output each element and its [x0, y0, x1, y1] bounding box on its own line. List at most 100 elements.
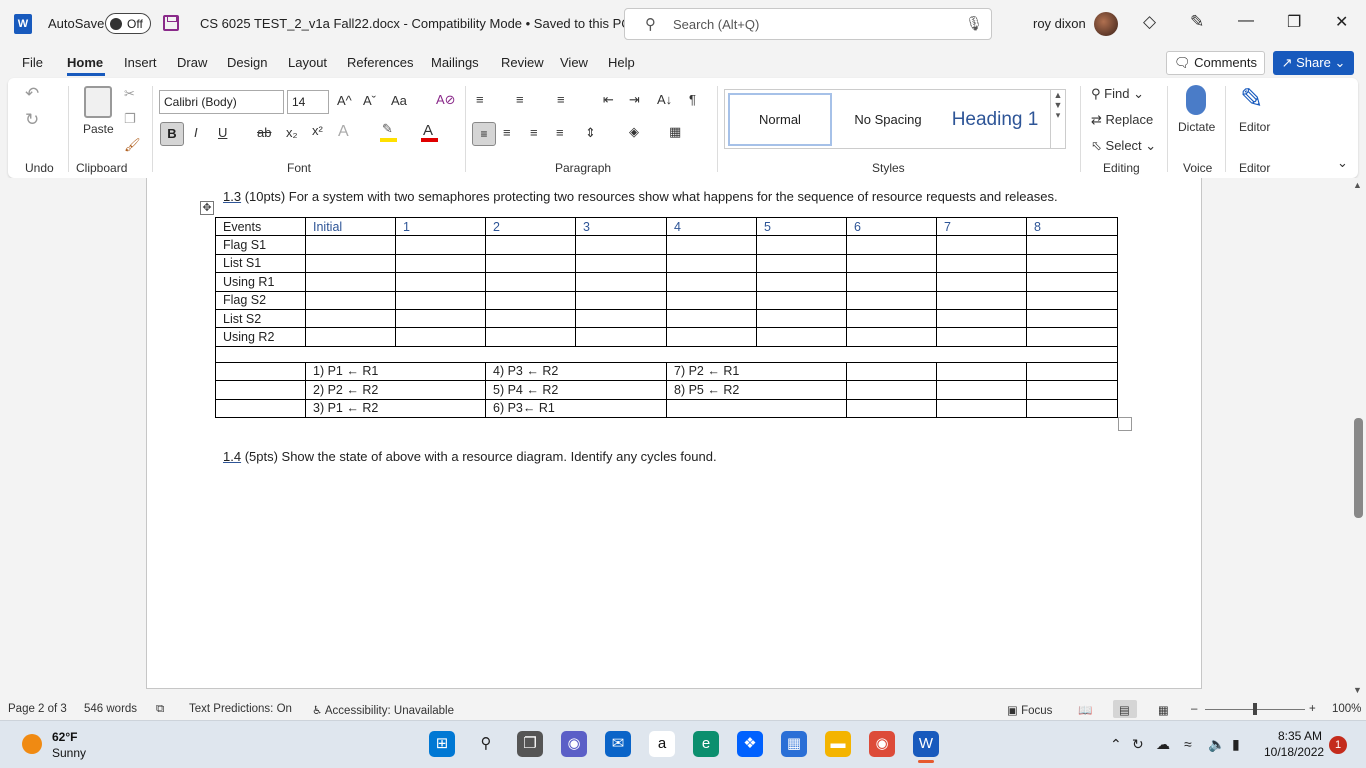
bold-button[interactable]: B: [160, 122, 184, 146]
decrease-indent-icon[interactable]: ⇤: [603, 92, 614, 108]
table-cell[interactable]: [395, 235, 486, 255]
table-cell[interactable]: [215, 398, 306, 418]
battery-icon[interactable]: ▮: [1232, 736, 1240, 753]
header-cell-8[interactable]: 8: [1026, 216, 1118, 237]
question-1-4[interactable]: 1.4 (5pts) Show the state of above with …: [223, 449, 717, 464]
clock-date[interactable]: 10/18/2022: [1264, 745, 1324, 759]
table-cell[interactable]: [1026, 235, 1118, 255]
table-cell[interactable]: [936, 308, 1027, 329]
table-cell[interactable]: [575, 327, 667, 347]
clock-time[interactable]: 8:35 AM: [1278, 729, 1322, 743]
sun-icon[interactable]: [22, 734, 42, 754]
header-cell-3[interactable]: 3: [575, 216, 667, 237]
web-layout-icon[interactable]: ▦: [1158, 703, 1169, 717]
shrink-font-icon[interactable]: Aˇ: [363, 93, 376, 108]
semaphore-table[interactable]: Events Initial 1 2 3 4 5 6 7 8 Flag S1 L…: [215, 216, 1118, 418]
header-cell-1[interactable]: 1: [395, 216, 486, 237]
table-cell[interactable]: [395, 290, 486, 310]
table-cell[interactable]: [756, 327, 847, 347]
table-cell[interactable]: [846, 380, 937, 400]
increase-indent-icon[interactable]: ⇥: [629, 92, 640, 108]
comments-button[interactable]: 🗨 Comments: [1166, 51, 1265, 75]
table-cell[interactable]: [575, 235, 667, 255]
search-input[interactable]: ⚲ Search (Alt+Q) 🎙: [624, 8, 992, 40]
show-marks-icon[interactable]: ¶: [689, 92, 696, 107]
table-cell[interactable]: [846, 398, 937, 418]
row-label-flag-s1[interactable]: Flag S1: [215, 235, 306, 255]
table-cell[interactable]: [1026, 272, 1118, 292]
header-cell-4[interactable]: 4: [666, 216, 757, 237]
header-cell-2[interactable]: 2: [485, 216, 576, 237]
sequence-cell[interactable]: 8) P5 ← R2: [666, 380, 847, 400]
close-button[interactable]: ✕: [1335, 12, 1348, 32]
header-cell-events[interactable]: Events: [215, 216, 306, 237]
table-cell[interactable]: [756, 308, 847, 329]
table-cell[interactable]: [575, 308, 667, 329]
tab-file[interactable]: File: [22, 55, 43, 70]
table-cell[interactable]: [575, 290, 667, 310]
edge-icon[interactable]: e: [693, 731, 719, 757]
table-cell[interactable]: [666, 290, 757, 310]
table-cell[interactable]: [395, 253, 486, 274]
table-cell[interactable]: [666, 327, 757, 347]
align-right-icon[interactable]: ≡: [530, 125, 538, 140]
line-spacing-icon[interactable]: ⇕: [585, 125, 596, 141]
restore-button[interactable]: ❐: [1287, 12, 1301, 32]
font-name-select[interactable]: Calibri (Body): [159, 90, 284, 114]
cloud-icon[interactable]: ☁: [1156, 736, 1170, 753]
table-cell[interactable]: [305, 272, 396, 292]
share-button[interactable]: ↗ Share ⌄: [1273, 51, 1354, 75]
tab-draw[interactable]: Draw: [177, 55, 207, 70]
read-mode-icon[interactable]: 📖: [1078, 703, 1092, 717]
tab-mailings[interactable]: Mailings: [431, 55, 479, 70]
mail-icon[interactable]: ✉: [605, 731, 631, 757]
redo-icon[interactable]: ↻: [25, 110, 39, 130]
text-predictions[interactable]: Text Predictions: On: [189, 703, 292, 715]
tab-view[interactable]: View: [560, 55, 588, 70]
table-cell[interactable]: [485, 235, 576, 255]
chevron-up-icon[interactable]: ⌃: [1110, 736, 1122, 753]
table-cell[interactable]: [936, 272, 1027, 292]
paste-icon[interactable]: [84, 86, 112, 118]
table-cell[interactable]: [936, 380, 1027, 400]
document-title[interactable]: CS 6025 TEST_2_v1a Fall22.docx - Compati…: [200, 16, 645, 32]
microphone-icon[interactable]: 🎙: [965, 15, 983, 32]
diamond-icon[interactable]: ◇: [1143, 12, 1156, 32]
multilevel-list-icon[interactable]: ≡: [557, 92, 565, 107]
table-cell[interactable]: [846, 290, 937, 310]
sequence-cell[interactable]: 6) P3← R1: [485, 398, 667, 418]
table-cell[interactable]: [756, 235, 847, 255]
editor-icon[interactable]: ✎: [1240, 82, 1263, 115]
subscript-button[interactable]: x₂: [286, 125, 298, 140]
table-cell[interactable]: [575, 272, 667, 292]
table-cell[interactable]: [936, 361, 1027, 382]
table-move-handle-icon[interactable]: ✥: [200, 201, 214, 215]
sequence-cell[interactable]: 7) P2 ← R1: [666, 361, 847, 382]
microphone-icon[interactable]: [1186, 85, 1206, 115]
tab-references[interactable]: References: [347, 55, 413, 70]
justify-icon[interactable]: ≡: [556, 125, 564, 140]
copy-icon[interactable]: ❐: [124, 111, 136, 127]
sync-icon[interactable]: ↻: [1132, 736, 1144, 753]
save-icon[interactable]: [163, 15, 179, 31]
table-cell[interactable]: [846, 361, 937, 382]
sequence-cell[interactable]: 1) P1 ← R1: [305, 361, 486, 382]
strikethrough-button[interactable]: ab: [257, 125, 271, 140]
wifi-icon[interactable]: ≈: [1184, 736, 1192, 752]
word-taskbar-icon[interactable]: W: [913, 731, 939, 757]
table-resize-handle[interactable]: [1118, 417, 1132, 431]
table-cell[interactable]: [1026, 361, 1118, 382]
chrome-icon[interactable]: ◉: [869, 731, 895, 757]
table-cell[interactable]: [1026, 290, 1118, 310]
avatar[interactable]: [1094, 12, 1118, 36]
zoom-level[interactable]: 100%: [1332, 703, 1361, 715]
accessibility-status[interactable]: ♿ Accessibility: Unavailable: [312, 703, 454, 717]
table-cell[interactable]: [305, 290, 396, 310]
align-center-icon[interactable]: ≡: [503, 125, 511, 140]
highlight-color-icon[interactable]: [380, 138, 397, 142]
sort-icon[interactable]: A↓: [657, 92, 672, 107]
table-cell[interactable]: [846, 253, 937, 274]
numbering-icon[interactable]: ≡: [516, 92, 524, 107]
dropbox-icon[interactable]: ❖: [737, 731, 763, 757]
borders-icon[interactable]: ▦: [669, 124, 681, 140]
